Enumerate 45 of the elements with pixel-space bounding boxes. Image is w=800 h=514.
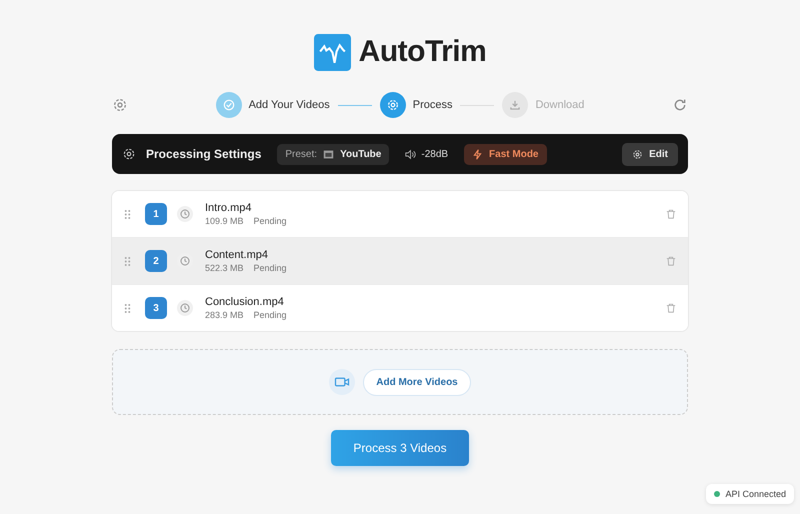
file-size: 283.9 MB <box>205 310 244 320</box>
file-row[interactable]: 2 Content.mp4 522.3 MB Pending <box>112 238 688 285</box>
trash-icon[interactable] <box>666 303 676 313</box>
file-name: Intro.mp4 <box>205 202 252 214</box>
fast-mode-chip: Fast Mode <box>464 144 546 164</box>
file-number: 2 <box>145 250 167 272</box>
trash-icon[interactable] <box>666 209 676 219</box>
refresh-icon[interactable] <box>672 97 688 113</box>
step[interactable]: Process <box>380 92 452 118</box>
file-number: 3 <box>145 297 167 319</box>
settings-icon <box>122 147 136 161</box>
settings-icon[interactable] <box>112 97 128 113</box>
video-camera-icon <box>329 369 356 395</box>
file-name: Content.mp4 <box>205 249 269 261</box>
volume-icon <box>405 148 416 160</box>
film-icon <box>323 148 334 160</box>
file-size: 109.9 MB <box>205 216 244 226</box>
gear-icon <box>632 148 644 160</box>
add-more-videos-button[interactable]: Add More Videos <box>363 368 471 396</box>
drag-handle-icon[interactable] <box>124 208 131 220</box>
file-number: 1 <box>145 203 167 225</box>
file-status: Pending <box>254 310 287 320</box>
api-status: API Connected <box>706 484 794 504</box>
app-title: AutoTrim <box>358 35 486 69</box>
lightning-icon <box>472 148 484 160</box>
settings-title: Processing Settings <box>146 147 262 161</box>
file-status: Pending <box>254 216 287 226</box>
edit-button[interactable]: Edit <box>622 142 678 166</box>
drop-zone[interactable]: Add More Videos <box>112 349 688 415</box>
logo-icon <box>314 34 351 70</box>
file-size: 522.3 MB <box>205 263 244 273</box>
gear-icon <box>386 98 400 112</box>
step[interactable]: Add Your Videos <box>216 92 330 118</box>
file-status: Pending <box>254 263 287 273</box>
trash-icon[interactable] <box>666 256 676 266</box>
drag-handle-icon[interactable] <box>124 302 131 314</box>
download-icon <box>508 98 522 112</box>
clock-icon <box>177 206 193 222</box>
file-name: Conclusion.mp4 <box>205 296 285 308</box>
file-row[interactable]: 1 Intro.mp4 109.9 MB Pending <box>112 191 688 238</box>
preset-chip: Preset: YouTube <box>277 144 390 164</box>
drag-handle-icon[interactable] <box>124 256 131 266</box>
clock-icon <box>177 300 193 316</box>
threshold-value: -28dB <box>421 148 448 160</box>
check-icon <box>222 98 236 112</box>
